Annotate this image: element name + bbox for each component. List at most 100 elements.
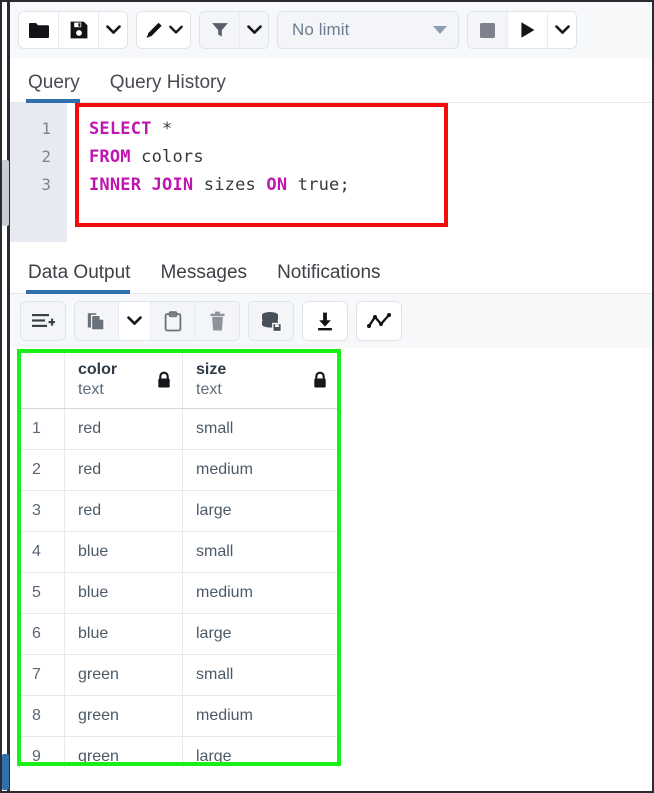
- stop-square-icon: [478, 21, 497, 40]
- execute-button[interactable]: [508, 12, 548, 48]
- grid-header-rownum: [20, 351, 65, 408]
- sql-text: colors: [130, 147, 204, 167]
- play-triangle-icon: [518, 20, 537, 40]
- cell-size[interactable]: small: [183, 532, 338, 572]
- cell-color[interactable]: blue: [65, 532, 183, 572]
- cell-color[interactable]: green: [65, 655, 183, 695]
- tab-messages[interactable]: Messages: [158, 262, 259, 293]
- chevron-down-icon: [169, 25, 183, 35]
- paste-button[interactable]: [151, 302, 195, 340]
- line-number: 3: [41, 175, 51, 194]
- row-number: 6: [20, 614, 65, 654]
- stop-button[interactable]: [468, 12, 508, 48]
- row-limit-select[interactable]: No limit: [277, 11, 459, 49]
- tab-notifications[interactable]: Notifications: [275, 262, 393, 293]
- line-number: 1: [41, 119, 51, 138]
- table-row[interactable]: 4 blue small: [20, 532, 338, 573]
- pgadmin-query-tool-window: No limit Query Query History 1 2 3 SELEC…: [0, 0, 654, 793]
- code-line-2: FROM colors: [89, 143, 652, 171]
- line-number-gutter: 1 2 3: [10, 103, 67, 242]
- cell-color[interactable]: red: [65, 409, 183, 449]
- grid-header-color[interactable]: color text: [65, 351, 183, 408]
- cell-size[interactable]: medium: [183, 696, 338, 736]
- cell-size[interactable]: large: [183, 614, 338, 654]
- open-file-button[interactable]: [19, 12, 59, 48]
- add-row-button[interactable]: [21, 302, 65, 340]
- add-row-icon: [31, 311, 55, 331]
- sql-keyword: SELECT: [89, 119, 152, 139]
- clipboard-icon: [164, 310, 182, 332]
- cell-color[interactable]: green: [65, 696, 183, 736]
- save-data-group: [248, 301, 294, 341]
- download-group: [302, 301, 348, 341]
- lock-icon: [313, 371, 327, 388]
- cell-size[interactable]: large: [183, 491, 338, 531]
- cell-size[interactable]: small: [183, 655, 338, 695]
- tab-data-output-label: Data Output: [28, 262, 131, 283]
- sql-code-area[interactable]: SELECT * FROM colors INNER JOIN sizes ON…: [67, 103, 652, 242]
- download-csv-button[interactable]: [303, 302, 347, 340]
- table-row[interactable]: 1 red small: [20, 409, 338, 450]
- copy-button[interactable]: [75, 302, 119, 340]
- filter-dropdown-button[interactable]: [240, 12, 268, 48]
- grid-header-row: color text size text: [20, 351, 338, 409]
- tab-messages-label: Messages: [160, 262, 248, 283]
- cell-size[interactable]: medium: [183, 450, 338, 490]
- tab-query[interactable]: Query: [26, 72, 94, 103]
- delete-button[interactable]: [195, 302, 239, 340]
- row-edit-group: [20, 301, 66, 341]
- sql-text: *: [151, 119, 173, 139]
- tab-data-output[interactable]: Data Output: [26, 262, 142, 294]
- cell-color[interactable]: red: [65, 450, 183, 490]
- table-row[interactable]: 2 red medium: [20, 450, 338, 491]
- cell-color[interactable]: blue: [65, 614, 183, 654]
- graph-visualiser-button[interactable]: [357, 302, 401, 340]
- edit-magic-button[interactable]: [137, 12, 190, 48]
- chevron-down-icon: [554, 25, 570, 35]
- table-row[interactable]: 8 green medium: [20, 696, 338, 737]
- execute-dropdown-button[interactable]: [548, 12, 576, 48]
- folder-icon: [28, 21, 50, 39]
- code-line-3: INNER JOIN sizes ON true;: [89, 171, 652, 199]
- copy-dropdown-button[interactable]: [119, 302, 151, 340]
- query-toolbar: No limit: [10, 2, 652, 58]
- table-row[interactable]: 7 green small: [20, 655, 338, 696]
- row-number: 1: [20, 409, 65, 449]
- tab-notifications-label: Notifications: [277, 262, 381, 283]
- table-row[interactable]: 5 blue medium: [20, 573, 338, 614]
- pencil-wand-icon: [144, 20, 166, 40]
- trash-icon: [209, 311, 226, 332]
- sql-editor[interactable]: 1 2 3 SELECT * FROM colors INNER JOIN si…: [10, 103, 652, 242]
- save-file-button[interactable]: [59, 12, 99, 48]
- grid-footer-area: [10, 768, 652, 791]
- copy-icon: [86, 311, 107, 332]
- cell-size[interactable]: small: [183, 409, 338, 449]
- chevron-down-icon: [433, 26, 447, 34]
- save-data-changes-button[interactable]: [249, 302, 293, 340]
- tab-query-history[interactable]: Query History: [108, 72, 240, 102]
- edit-button-group: [136, 11, 191, 49]
- chevron-down-icon: [105, 25, 121, 35]
- download-icon: [315, 311, 335, 332]
- left-panel-scroll-indicator[interactable]: [2, 754, 9, 790]
- result-data-grid: color text size text 1 red small 2 red m…: [19, 351, 339, 778]
- grid-header-size[interactable]: size text: [183, 351, 338, 408]
- table-row[interactable]: 3 red large: [20, 491, 338, 532]
- funnel-icon: [210, 20, 230, 40]
- code-line-1: SELECT *: [89, 115, 652, 143]
- save-file-dropdown-button[interactable]: [99, 12, 127, 48]
- tab-query-label: Query: [28, 72, 80, 93]
- cell-size[interactable]: medium: [183, 573, 338, 613]
- database-save-icon: [260, 311, 283, 332]
- sql-keyword: FROM: [89, 147, 131, 167]
- result-grid-toolbar: [10, 294, 652, 348]
- left-rail: [2, 2, 10, 791]
- left-panel-resize-handle[interactable]: [2, 160, 9, 226]
- cell-color[interactable]: red: [65, 491, 183, 531]
- chevron-down-icon: [246, 25, 262, 35]
- sql-text: true;: [287, 175, 350, 195]
- filter-button[interactable]: [200, 12, 240, 48]
- table-row[interactable]: 6 blue large: [20, 614, 338, 655]
- cell-color[interactable]: blue: [65, 573, 183, 613]
- row-number: 2: [20, 450, 65, 490]
